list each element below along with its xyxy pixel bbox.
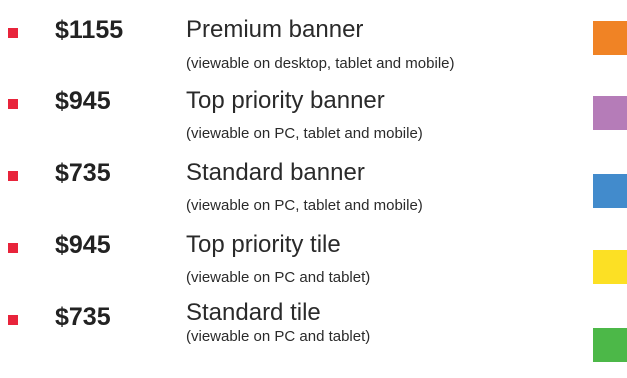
package-price: $735: [55, 303, 111, 331]
package-row: $1155 Premium banner (viewable on deskto…: [0, 0, 627, 72]
color-swatch: [593, 96, 627, 130]
bullet-icon: [8, 315, 18, 325]
package-name: Premium banner: [186, 16, 364, 43]
bullet-icon: [8, 99, 18, 109]
package-row: $945 Top priority banner (viewable on PC…: [0, 72, 627, 142]
package-note: (viewable on desktop, tablet and mobile): [186, 55, 455, 72]
color-swatch: [593, 21, 627, 55]
package-name: Top priority tile: [186, 231, 341, 258]
bullet-icon: [8, 28, 18, 38]
bullet-icon: [8, 171, 18, 181]
package-note: (viewable on PC and tablet): [186, 269, 371, 286]
package-price: $735: [55, 159, 111, 187]
color-swatch: [593, 328, 627, 362]
package-name: Standard tile: [186, 299, 321, 326]
package-row: $945 Top priority tile (viewable on PC a…: [0, 216, 627, 286]
package-price: $945: [55, 231, 111, 259]
package-row: $735 Standard tile (viewable on PC and t…: [0, 288, 627, 362]
color-swatch: [593, 250, 627, 284]
package-note: (viewable on PC, tablet and mobile): [186, 125, 423, 142]
package-name: Standard banner: [186, 159, 365, 186]
package-price: $1155: [55, 16, 124, 44]
package-price: $945: [55, 87, 111, 115]
package-note: (viewable on PC, tablet and mobile): [186, 197, 423, 214]
bullet-icon: [8, 243, 18, 253]
color-swatch: [593, 174, 627, 208]
package-row: $735 Standard banner (viewable on PC, ta…: [0, 144, 627, 214]
package-name: Top priority banner: [186, 87, 385, 114]
package-note: (viewable on PC and tablet): [186, 328, 371, 345]
